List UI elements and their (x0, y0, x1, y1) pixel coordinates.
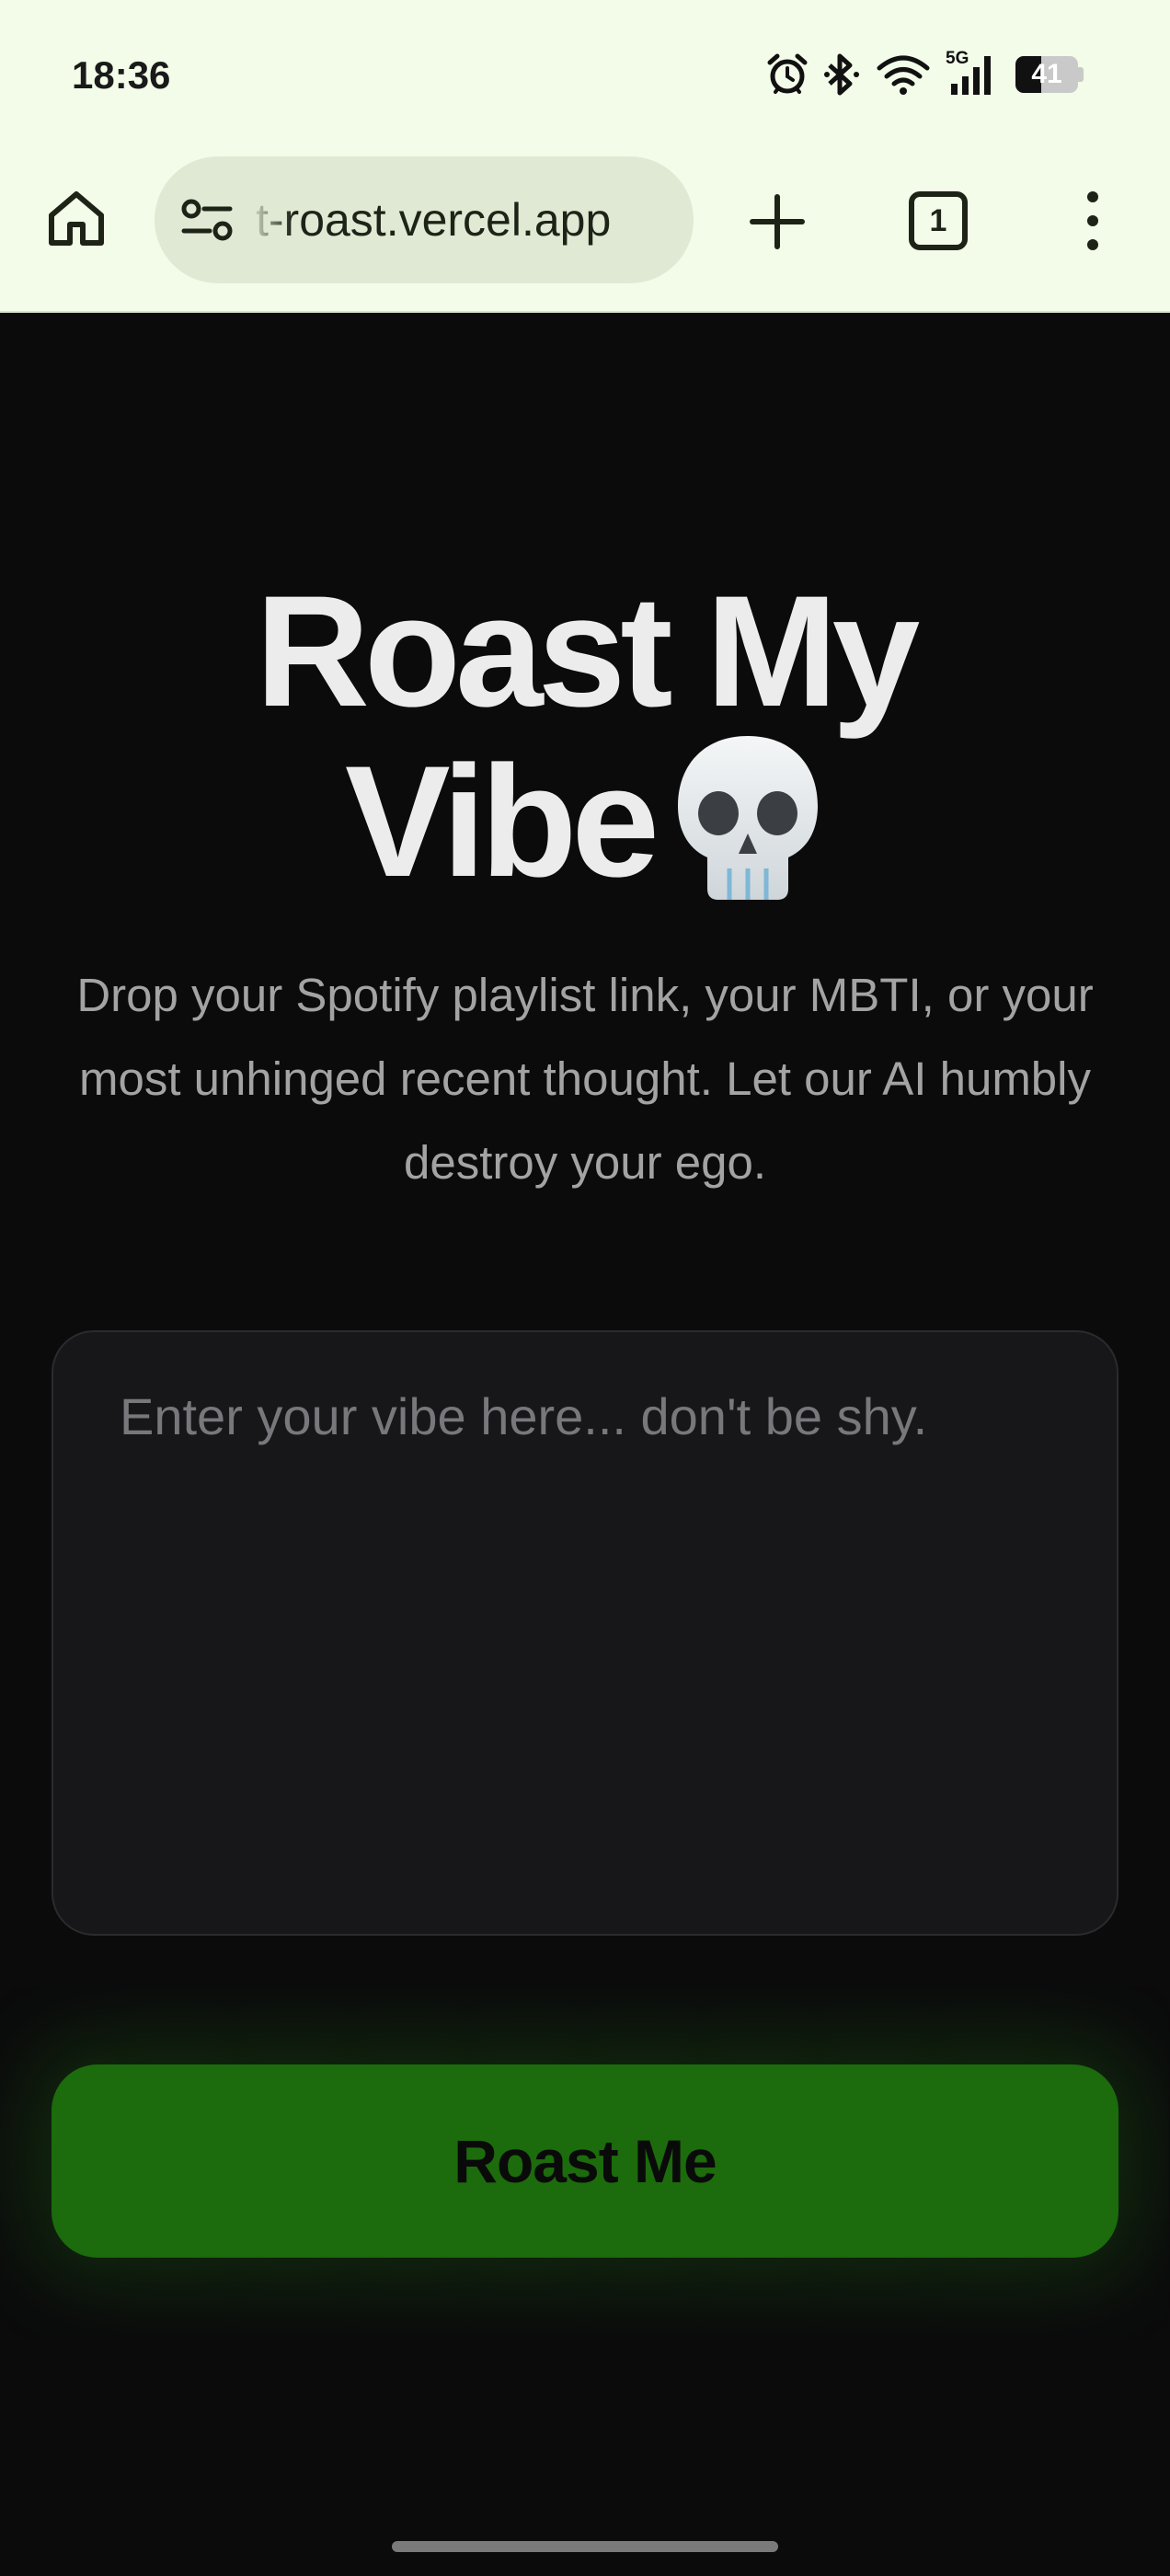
more-vert-icon[interactable] (1076, 190, 1109, 252)
page-title-line-2: Vibe (0, 732, 1170, 903)
bluetooth-icon (824, 53, 859, 96)
browser-chrome: 18:36 5G 41 t-roast.vercel.app 1 (0, 0, 1170, 313)
gesture-home-indicator[interactable] (392, 2541, 778, 2552)
cellular-signal-icon: 5G (946, 49, 1001, 97)
home-icon[interactable] (46, 188, 107, 248)
page-title-line-1: Roast My (255, 563, 921, 740)
status-icons: 5G 41 (767, 49, 1084, 98)
skull-icon (678, 736, 819, 900)
alarm-icon (767, 53, 808, 94)
address-bar[interactable]: t-roast.vercel.app (155, 156, 694, 283)
battery-level: 41 (1031, 59, 1062, 89)
plus-icon[interactable] (747, 191, 808, 252)
tab-count: 1 (929, 202, 947, 238)
page-title-word: Vibe (344, 733, 660, 910)
url-text[interactable]: t-roast.vercel.app (256, 193, 670, 247)
tabs-icon[interactable]: 1 (909, 191, 968, 250)
page-subtitle: Drop your Spotify playlist link, your MB… (76, 969, 1094, 1189)
battery-icon: 41 (1015, 56, 1084, 93)
page-title: Roast My Vibe (0, 570, 1170, 903)
roast-me-button[interactable]: Roast Me (52, 2064, 1118, 2258)
vibe-input[interactable] (52, 1330, 1118, 1936)
site-settings-icon[interactable] (180, 197, 235, 243)
status-time: 18:36 (72, 53, 171, 97)
wifi-icon (877, 55, 930, 95)
